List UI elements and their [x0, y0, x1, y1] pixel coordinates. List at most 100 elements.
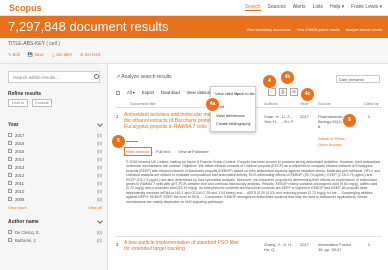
checkbox[interactable] [8, 141, 12, 145]
author-row[interactable]: De Clercq, E. (0) [8, 228, 102, 236]
result-source[interactable]: Information Fusion 36, pp. 35-47 [318, 242, 356, 252]
year-row[interactable]: 2017 (0) [8, 131, 102, 139]
col-source[interactable]: Source [318, 101, 331, 106]
checkbox[interactable] [8, 157, 12, 161]
result-number: 1 [116, 114, 119, 119]
result-cited-by[interactable]: 0 [368, 242, 370, 247]
result-divider [116, 236, 382, 237]
full-text-link[interactable]: Full text [156, 149, 170, 154]
checkbox[interactable] [8, 133, 12, 137]
year-row[interactable]: 2013 (0) [8, 163, 102, 171]
year-view-links: View more View all [8, 205, 102, 210]
checkbox[interactable] [8, 181, 12, 185]
checkbox[interactable] [8, 230, 12, 234]
checkbox[interactable] [8, 149, 12, 153]
callout-6: 6 [111, 134, 126, 149]
more-options-icon[interactable]: ⋯ [268, 88, 276, 96]
year-row[interactable]: 2015 (0) [8, 147, 102, 155]
chevron-up-icon[interactable] [97, 121, 103, 127]
create-bibliography-menu-item[interactable]: Create bibliography [216, 121, 251, 126]
view-more-link[interactable]: View more [8, 205, 27, 210]
search-icon[interactable] [94, 74, 99, 79]
query-area: TITLE-ABS-KEY ( cell ) ✎ Edit 💾 Save △ S… [0, 38, 388, 64]
nav-help[interactable]: Help ▾ [330, 4, 344, 11]
limit-to-button[interactable]: Limit to [8, 99, 28, 107]
result-abstract: © 2016 Informa UK Limited, trading as Ta… [126, 160, 381, 204]
hide-abstract-link[interactable]: Hide abstract ▴ [126, 149, 153, 154]
nav-alerts[interactable]: Alerts [293, 4, 306, 11]
checkbox[interactable] [8, 189, 12, 193]
analyze-results-link[interactable]: ↗ Analyze search results [116, 74, 172, 80]
col-authors[interactable]: Authors [264, 101, 278, 106]
result-title[interactable]: A bee-particle implementation of standar… [124, 240, 240, 252]
analyze-link[interactable]: Analyze search results [346, 28, 382, 32]
edit-button[interactable]: ✎ Edit [8, 52, 20, 58]
secondary-docs-link[interactable]: View secondary documents [247, 28, 291, 32]
save-button[interactable]: 💾 Save [28, 52, 44, 58]
view-all-link[interactable]: View all [88, 205, 102, 210]
year-row[interactable]: 2016 (0) [8, 139, 102, 147]
callout-4b: 4b [280, 70, 295, 85]
callout-4a: 4a [205, 97, 220, 112]
year-facet-title[interactable]: Year [8, 122, 19, 128]
callout-4: 4 [262, 74, 277, 89]
result-year: 2017 [300, 242, 309, 247]
nav-lists[interactable]: Lists [313, 4, 323, 11]
search-query: TITLE-ABS-KEY ( cell ) [8, 41, 60, 47]
query-actions: ✎ Edit 💾 Save △ Set alert ☰ Set feed [8, 52, 100, 58]
author-list: De Clercq, E. (0) Balzarini, J. (0) [8, 228, 102, 244]
refine-buttons: Limit to Exclude [8, 99, 52, 107]
print-icon[interactable]: ⎙ [279, 88, 287, 96]
checkbox[interactable] [8, 173, 12, 177]
callout-4c: 4c [300, 87, 315, 102]
view-at-publisher-link[interactable]: View at Publisher [178, 149, 209, 154]
search-within-input[interactable]: Search within results... [8, 71, 100, 83]
result-number: 2 [116, 242, 119, 247]
save-to-list-button[interactable]: Save to list [235, 91, 255, 96]
checkbox[interactable] [8, 165, 12, 169]
col-title[interactable]: Document title [130, 101, 156, 106]
year-row[interactable]: 2011 (0) [8, 179, 102, 187]
scopus-logo[interactable]: Scopus [9, 3, 42, 13]
article-in-press: Article in Press [318, 136, 345, 141]
document-count: 7,297,848 document results [8, 19, 169, 34]
result-authors[interactable]: Xuan, H., Li, Z., Yan, H., ... Xu, F. [264, 114, 296, 124]
download-button[interactable]: Download [161, 90, 180, 95]
top-bar: Scopus Search Sources Alerts Lists Help … [0, 0, 388, 16]
view-references-menu-item[interactable]: View references [216, 113, 245, 118]
nav-search[interactable]: Search [244, 4, 261, 11]
set-alert-button[interactable]: △ Set alert [52, 52, 72, 58]
result-authors[interactable]: Zhang, Y., Ji, H., Hu, Q. [264, 242, 296, 252]
nav-user[interactable]: Frank Lewis ▾ [351, 4, 382, 11]
all-dropdown[interactable]: All ▾ [127, 90, 135, 95]
top-nav: Search Sources Alerts Lists Help ▾ Frank… [244, 4, 382, 11]
open-access-link[interactable]: Open Access [318, 142, 342, 147]
result-year: 2017 [300, 114, 309, 119]
year-row[interactable]: 2010 (0) [8, 187, 102, 195]
col-cited-by[interactable]: Cited by [364, 101, 379, 106]
refine-sidebar: Search within results... Refine results … [0, 64, 108, 270]
year-row[interactable]: 2009 (0) [8, 195, 102, 203]
year-row[interactable]: 2012 (0) [8, 171, 102, 179]
sort-select[interactable]: Date (newest) [336, 75, 380, 83]
email-icon[interactable]: ✉ [290, 88, 298, 96]
nav-sources[interactable]: Sources [268, 4, 286, 11]
export-button[interactable]: Export [142, 90, 154, 95]
set-feed-button[interactable]: ☰ Set feed [80, 52, 101, 58]
checkbox[interactable] [8, 238, 12, 242]
checkbox[interactable] [8, 197, 12, 201]
result-cited-by[interactable]: 0 [368, 114, 370, 119]
exclude-button[interactable]: Exclude [32, 99, 52, 107]
year-list: 2017 (0) 2016 (0) 2015 (0) 2014 (0) 2013 (0) … [8, 131, 102, 203]
author-facet-title[interactable]: Author name [8, 219, 39, 225]
year-row[interactable]: 2014 (0) [8, 155, 102, 163]
callout-5: 5 [342, 113, 357, 128]
refine-title: Refine results [8, 91, 42, 97]
callout-connector [126, 141, 138, 142]
author-row[interactable]: Balzarini, J. (0) [8, 236, 102, 244]
results-header: 7,297,848 document results View secondar… [0, 16, 388, 38]
results-panel: ↗ Analyze search results Date (newest) A… [110, 64, 388, 270]
chevron-up-icon[interactable] [97, 218, 103, 224]
select-all-checkbox[interactable] [116, 90, 120, 95]
patent-results-link[interactable]: View 478608 patent results [297, 28, 340, 32]
